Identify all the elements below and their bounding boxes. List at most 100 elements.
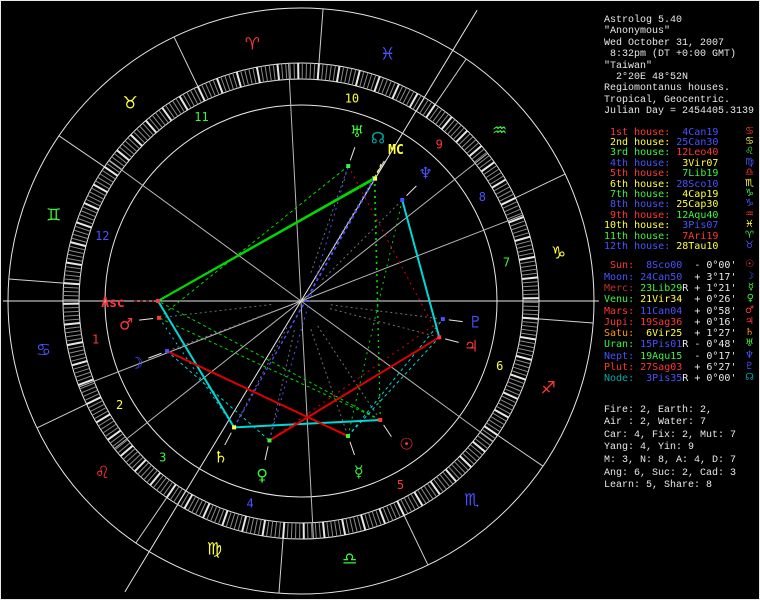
degree-tick bbox=[407, 495, 416, 511]
degree-tick bbox=[349, 517, 354, 534]
house-number: 4 bbox=[246, 497, 253, 511]
degree-tick bbox=[75, 371, 91, 378]
degree-tick bbox=[248, 68, 253, 85]
aspect-line-trine bbox=[373, 178, 381, 421]
degree-tick bbox=[458, 133, 471, 146]
planet-guide-line bbox=[310, 329, 347, 432]
house-cusp-list: 1st house: 4Can19 ♋ 2nd house: 25Can30 ♋ 3… bbox=[601, 126, 759, 253]
degree-tick bbox=[474, 438, 489, 449]
degree-tick bbox=[64, 326, 81, 330]
degree-tick bbox=[285, 63, 288, 80]
glyph-pointer-line bbox=[444, 338, 459, 343]
degree-tick bbox=[519, 335, 537, 341]
sign-boundary-line bbox=[278, 538, 284, 594]
degree-tick bbox=[290, 522, 293, 539]
degree-tick bbox=[122, 448, 136, 460]
degree-tick bbox=[165, 105, 176, 119]
degree-tick bbox=[64, 321, 81, 326]
degree-tick bbox=[440, 116, 453, 130]
degree-tick bbox=[444, 119, 456, 133]
degree-tick bbox=[436, 476, 447, 490]
degree-tick bbox=[168, 102, 179, 117]
degree-tick bbox=[131, 456, 144, 469]
degree-tick bbox=[72, 364, 89, 370]
degree-tick bbox=[266, 520, 270, 537]
degree-tick bbox=[146, 469, 158, 483]
planet-position-dot bbox=[267, 438, 272, 443]
planet-row: Plut: 27Sag03 + 6°27' ♇ bbox=[604, 361, 754, 374]
degree-tick bbox=[72, 233, 89, 240]
sign-boundary-line bbox=[538, 318, 594, 324]
sign-boundary-line bbox=[36, 403, 87, 429]
degree-tick bbox=[116, 149, 130, 162]
degree-tick bbox=[130, 134, 143, 147]
degree-tick bbox=[224, 75, 231, 91]
degree-tick bbox=[519, 340, 536, 345]
degree-tick bbox=[65, 334, 82, 338]
degree-tick bbox=[326, 521, 330, 538]
degree-tick bbox=[480, 161, 495, 173]
degree-tick bbox=[422, 101, 433, 116]
degree-tick bbox=[488, 419, 503, 429]
degree-tick bbox=[274, 521, 278, 538]
degree-tick bbox=[137, 462, 150, 475]
degree-tick bbox=[403, 497, 413, 512]
aspect-line-sextile bbox=[347, 336, 440, 437]
zodiac-glyph-icon: ♉ bbox=[745, 239, 754, 251]
planet-glyph-moon: ☽ bbox=[129, 354, 143, 373]
degree-tick bbox=[364, 513, 370, 530]
degree-tick bbox=[515, 354, 532, 361]
sign-glyph-icon: ♎ bbox=[342, 549, 357, 569]
degree-tick bbox=[71, 360, 88, 367]
degree-tick bbox=[65, 330, 82, 334]
degree-tick bbox=[413, 491, 424, 507]
planet-position-dot bbox=[156, 315, 161, 320]
zodiac-glyph-icon: ♃ bbox=[745, 315, 754, 327]
degree-tick bbox=[101, 169, 116, 180]
degree-tick bbox=[513, 362, 530, 369]
degree-tick bbox=[66, 341, 84, 347]
degree-tick bbox=[71, 237, 88, 243]
degree-tick bbox=[161, 107, 173, 122]
glyph-pointer-line bbox=[264, 446, 269, 461]
degree-tick bbox=[341, 518, 347, 536]
degree-tick bbox=[514, 235, 531, 242]
degree-tick bbox=[189, 90, 199, 105]
degree-tick bbox=[371, 511, 378, 527]
degree-tick bbox=[426, 483, 437, 497]
degree-tick bbox=[73, 229, 90, 236]
degree-tick bbox=[165, 483, 177, 499]
degree-tick bbox=[337, 519, 342, 536]
glyph-pointer-line bbox=[377, 161, 386, 174]
degree-tick bbox=[517, 347, 534, 353]
sign-glyph-icon: ♓ bbox=[380, 45, 395, 65]
degree-tick bbox=[362, 72, 369, 89]
planet-guide-line bbox=[163, 304, 272, 318]
degree-tick bbox=[515, 240, 532, 246]
degree-tick bbox=[522, 316, 539, 320]
degree-tick bbox=[124, 140, 138, 152]
zodiac-glyph-icon: ☽ bbox=[745, 270, 754, 282]
glyph-pointer-line bbox=[349, 146, 356, 161]
house-cusp-line bbox=[288, 63, 302, 302]
degree-tick bbox=[119, 146, 133, 158]
degree-tick bbox=[67, 345, 84, 350]
degree-tick bbox=[511, 224, 527, 231]
degree-tick bbox=[63, 310, 80, 313]
degree-tick bbox=[439, 473, 451, 488]
degree-tick bbox=[313, 63, 316, 80]
degree-tick bbox=[103, 165, 119, 177]
degree-tick bbox=[321, 521, 326, 538]
sign-boundary-line bbox=[403, 515, 429, 566]
aspect-line-square bbox=[269, 318, 444, 441]
sign-glyph-icon: ♐ bbox=[541, 379, 556, 399]
degree-tick bbox=[159, 479, 170, 494]
degree-tick bbox=[354, 70, 361, 87]
degree-tick bbox=[232, 72, 238, 89]
degree-tick bbox=[514, 359, 531, 365]
degree-tick bbox=[522, 309, 539, 312]
planet-row: Node: 3Pis35R + 0°00' ☊ bbox=[604, 372, 754, 385]
degree-tick bbox=[423, 485, 434, 500]
degree-tick bbox=[244, 69, 249, 86]
degree-tick bbox=[148, 117, 160, 131]
